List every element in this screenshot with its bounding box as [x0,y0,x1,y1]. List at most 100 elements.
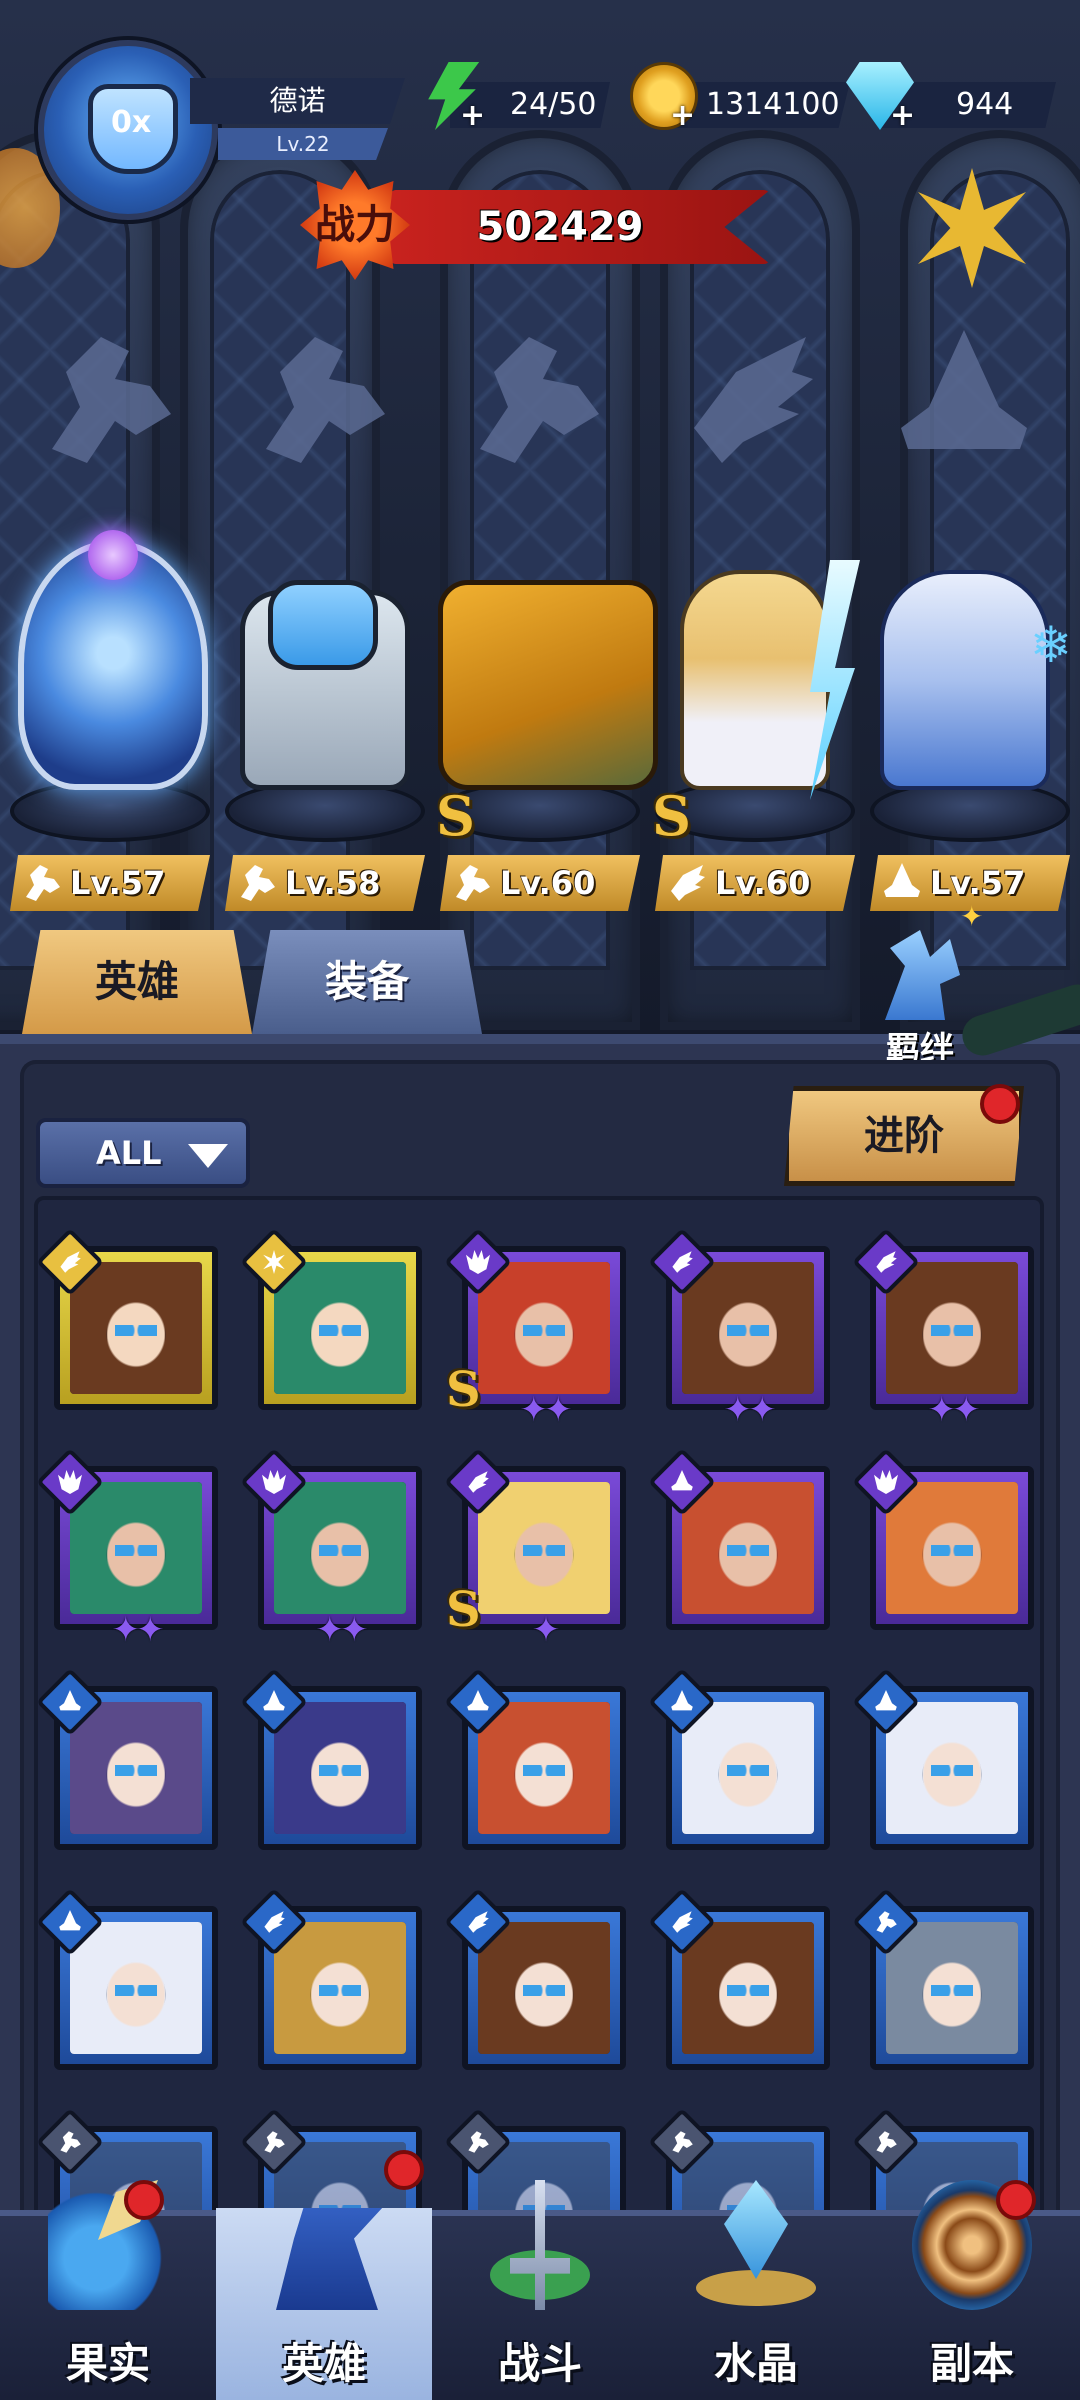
crystal-icon [696,2180,816,2310]
portrait-eyes [114,1325,158,1336]
nav-crystal[interactable]: 水晶 [648,2160,864,2400]
hat-icon [262,1690,286,1714]
nav-dungeon[interactable]: 副本 [864,2160,1080,2400]
notification-dot [980,1084,1020,1124]
portrait-eyes [114,1545,158,1556]
hero-card[interactable]: ✦ S [444,1448,626,1650]
sun-icon [262,1250,286,1274]
hero-card[interactable] [240,1668,422,1850]
hero-portrait [274,1702,406,1834]
hero-portrait [682,1922,814,2054]
hero-portrait [886,1262,1018,1394]
orb-top-light [88,530,138,580]
notification-dot [996,2180,1036,2220]
player-avatar[interactable] [38,40,218,220]
add-energy-icon[interactable]: + [460,101,485,131]
hero-card[interactable] [36,1668,218,1850]
hero-card[interactable] [852,1888,1034,2070]
hero-card[interactable]: ✦✦ [852,1228,1034,1430]
hero-portrait [274,1482,406,1614]
gem-value: 944 [956,87,1014,122]
portrait-eyes [726,1325,770,1336]
energy-value: 24/50 [510,87,597,122]
hero-card[interactable] [648,1448,830,1630]
hero-card[interactable]: ✦✦ [648,1228,830,1430]
tab-equipment[interactable]: 装备 [252,930,482,1034]
rank-s-badge: S [652,784,691,848]
tab-heroes[interactable]: 英雄 [22,930,252,1034]
add-coin-icon[interactable]: + [670,101,695,131]
hero-level-plate: Lv.60 [655,855,855,911]
hero-portrait [70,1262,202,1394]
hero-angel[interactable] [680,570,830,790]
class-filter-dropdown[interactable]: ALL [36,1118,250,1188]
hero-card[interactable]: ✦✦ S [444,1228,626,1430]
wizard-hat-class-icon [884,863,920,897]
beast-icon [466,1250,490,1274]
portrait-eyes [522,1765,566,1776]
player-name: 德诺 [190,78,405,124]
hat-icon [58,1910,82,1934]
wrench-icon [670,2130,694,2154]
hero-card[interactable]: ✦✦ [240,1448,422,1650]
wrench-icon [874,2130,898,2154]
nav-battle[interactable]: 战斗 [432,2160,648,2400]
hero-card[interactable] [36,1888,218,2070]
beast-icon [58,1470,82,1494]
coin-value: 1314100 [706,87,840,122]
hero-portrait [478,1482,610,1614]
hero-card[interactable] [852,1448,1034,1630]
wing-icon [466,1470,490,1494]
avatar-robot-icon [88,84,178,174]
battle-icon [480,2180,600,2310]
portrait-eyes [114,1985,158,1996]
portrait-eyes [318,1985,362,1996]
nav-label: 果实 [65,2339,150,2388]
wrench-icon [58,2130,82,2154]
bond-icon [885,930,960,1020]
hat-icon [466,1690,490,1714]
hero-card[interactable] [852,1668,1034,1850]
rank-s-badge: S [446,1362,481,1418]
bond-button[interactable]: 羁绊 [830,930,1010,1070]
hero-card[interactable] [444,1888,626,2070]
add-gem-icon[interactable]: + [890,101,915,131]
portrait-eyes [930,1545,974,1556]
hero-card[interactable] [240,1888,422,2070]
hero-card[interactable] [444,1668,626,1850]
nav-label: 水晶 [713,2339,798,2388]
portrait-eyes [726,1985,770,1996]
hero-mech[interactable] [438,580,658,790]
hero-portrait [478,1922,610,2054]
hero-card[interactable] [648,1668,830,1850]
wrench-icon [262,2130,286,2154]
hero-ice-mage[interactable] [880,570,1050,790]
hero-level-plate: Lv.60 [440,855,640,911]
hero-card[interactable] [648,1888,830,2070]
wing-icon [670,1250,694,1274]
hero-portrait [274,1922,406,2054]
hero-level: Lv.60 [500,864,596,902]
nav-label: 英雄 [281,2339,366,2388]
hat-icon [874,1690,898,1714]
hero-stars: ✦✦ [315,1610,369,1650]
hero-portrait [70,1922,202,2054]
hero-card[interactable]: ✦✦ [36,1448,218,1650]
nav-fruit[interactable]: 果实 [0,2160,216,2400]
hero-portrait [274,1262,406,1394]
nav-label: 副本 [929,2339,1014,2388]
wing-icon [58,1250,82,1274]
wing-icon [670,1910,694,1934]
hero-portrait [886,1482,1018,1614]
filter-value: ALL [96,1134,162,1172]
hero-level-plate: Lv.57 [10,855,210,911]
hero-card[interactable] [240,1228,422,1410]
hero-portrait [886,1922,1018,2054]
hero-level: Lv.58 [285,864,381,902]
rank-s-badge: S [436,784,475,848]
hero-portrait [682,1702,814,1834]
portrait-eyes [726,1765,770,1776]
wing-icon [874,1250,898,1274]
hero-card[interactable] [36,1228,218,1410]
wing-class-icon [671,865,705,901]
